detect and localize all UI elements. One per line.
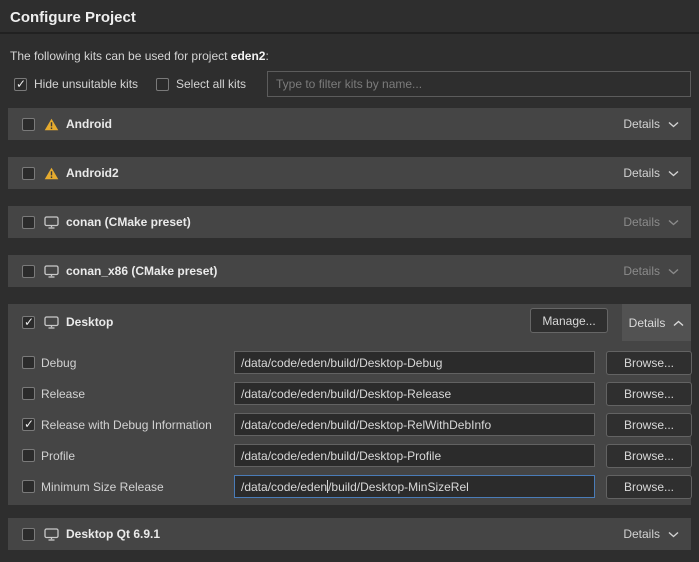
browse-button[interactable]: Browse... bbox=[606, 475, 692, 499]
build-dir-input[interactable]: /data/code/eden/build/Desktop-MinSizeRel bbox=[234, 475, 595, 498]
kit-header: Android Details bbox=[8, 108, 691, 140]
browse-button[interactable]: Browse... bbox=[606, 444, 692, 468]
page-title: Configure Project bbox=[10, 9, 136, 26]
kit-name: Android2 bbox=[66, 166, 119, 180]
chevron-down-icon bbox=[668, 264, 679, 278]
intro-suffix: : bbox=[265, 49, 268, 63]
build-dir-value: /data/code/eden/build/Desktop-Debug bbox=[241, 356, 442, 370]
kit-checkbox[interactable] bbox=[22, 316, 35, 329]
chevron-down-icon bbox=[668, 215, 679, 229]
filter-input[interactable] bbox=[267, 71, 691, 97]
build-dir-input[interactable]: /data/code/eden/build/Desktop-Release bbox=[234, 382, 595, 405]
browse-button[interactable]: Browse... bbox=[606, 382, 692, 406]
kit-row-android2: Android2 Details bbox=[8, 157, 691, 189]
select-all-label: Select all kits bbox=[176, 77, 246, 91]
title-divider bbox=[0, 32, 699, 34]
desktop-icon bbox=[44, 216, 59, 229]
details-label: Details bbox=[623, 264, 660, 278]
config-label: Debug bbox=[41, 356, 76, 370]
config-label: Release bbox=[41, 387, 85, 401]
config-checkbox[interactable] bbox=[22, 356, 35, 369]
build-dir-value: /data/code/eden/build/Desktop-Release bbox=[241, 387, 451, 401]
build-dir-value: /data/code/eden/build/Desktop-Profile bbox=[241, 449, 441, 463]
kit-header: conan_x86 (CMake preset) Details bbox=[8, 255, 691, 287]
build-dir-value: /data/code/eden/build/Desktop-RelWithDeb… bbox=[241, 418, 491, 432]
kit-name: Desktop Qt 6.9.1 bbox=[66, 527, 160, 541]
kit-checkbox[interactable] bbox=[22, 167, 35, 180]
kit-checkbox[interactable] bbox=[22, 528, 35, 541]
build-dir-value: /data/code/eden/build/Desktop-MinSizeRel bbox=[241, 480, 469, 494]
desktop-icon bbox=[44, 265, 59, 278]
hide-unsuitable-checkbox[interactable]: Hide unsuitable kits bbox=[14, 77, 138, 91]
warning-icon bbox=[44, 118, 59, 131]
checkbox-icon[interactable] bbox=[156, 78, 169, 91]
build-config-row-debug: Debug /data/code/eden/build/Desktop-Debu… bbox=[8, 351, 691, 375]
kit-header: Desktop Qt 6.9.1 Details bbox=[8, 518, 691, 550]
kit-row-conan: conan (CMake preset) Details bbox=[8, 206, 691, 238]
browse-button[interactable]: Browse... bbox=[606, 351, 692, 375]
kit-name: conan_x86 (CMake preset) bbox=[66, 264, 217, 278]
config-label: Release with Debug Information bbox=[41, 418, 212, 432]
project-name: eden2 bbox=[231, 49, 266, 63]
select-all-checkbox[interactable]: Select all kits bbox=[156, 77, 246, 91]
details-label: Details bbox=[623, 117, 660, 131]
kit-checkbox[interactable] bbox=[22, 118, 35, 131]
intro-text: The following kits can be used for proje… bbox=[10, 49, 269, 63]
config-checkbox[interactable] bbox=[22, 480, 35, 493]
kit-header: Android2 Details bbox=[8, 157, 691, 189]
build-dir-input[interactable]: /data/code/eden/build/Desktop-RelWithDeb… bbox=[234, 413, 595, 436]
build-config-row-relwithdebinfo: Release with Debug Information /data/cod… bbox=[8, 413, 691, 437]
kit-checkbox[interactable] bbox=[22, 265, 35, 278]
config-checkbox[interactable] bbox=[22, 387, 35, 400]
chevron-down-icon bbox=[668, 117, 679, 131]
chevron-down-icon bbox=[668, 166, 679, 180]
kit-row-android: Android Details bbox=[8, 108, 691, 140]
details-toggle[interactable]: Details bbox=[623, 527, 679, 541]
details-label: Details bbox=[623, 527, 660, 541]
details-toggle[interactable]: Details bbox=[623, 117, 679, 131]
chevron-down-icon bbox=[668, 527, 679, 541]
details-toggle[interactable]: Details bbox=[623, 215, 679, 229]
kit-row-desktop: Details Desktop Manage... Debug /data/co… bbox=[8, 304, 691, 505]
kit-header: Desktop Manage... bbox=[8, 304, 691, 340]
config-checkbox[interactable] bbox=[22, 449, 35, 462]
checkbox-icon[interactable] bbox=[14, 78, 27, 91]
kit-row-conan-x86: conan_x86 (CMake preset) Details bbox=[8, 255, 691, 287]
details-toggle[interactable]: Details bbox=[623, 166, 679, 180]
hide-unsuitable-label: Hide unsuitable kits bbox=[34, 77, 138, 91]
kit-header: conan (CMake preset) Details bbox=[8, 206, 691, 238]
kit-name: Android bbox=[66, 117, 112, 131]
details-label: Details bbox=[623, 166, 660, 180]
build-config-row-minsizerel: Minimum Size Release /data/code/eden/bui… bbox=[8, 475, 691, 499]
desktop-icon bbox=[44, 528, 59, 541]
kit-name: Desktop bbox=[66, 315, 113, 329]
warning-icon bbox=[44, 167, 59, 180]
config-label: Profile bbox=[41, 449, 75, 463]
build-config-row-profile: Profile /data/code/eden/build/Desktop-Pr… bbox=[8, 444, 691, 468]
configure-project-page: Configure Project The following kits can… bbox=[0, 0, 699, 562]
intro-prefix: The following kits can be used for proje… bbox=[10, 49, 231, 63]
config-label: Minimum Size Release bbox=[41, 480, 164, 494]
details-toggle[interactable]: Details bbox=[623, 264, 679, 278]
config-checkbox[interactable] bbox=[22, 418, 35, 431]
build-dir-input[interactable]: /data/code/eden/build/Desktop-Profile bbox=[234, 444, 595, 467]
build-config-row-release: Release /data/code/eden/build/Desktop-Re… bbox=[8, 382, 691, 406]
manage-button[interactable]: Manage... bbox=[530, 308, 608, 333]
desktop-icon bbox=[44, 316, 59, 329]
kit-row-desktop-qt: Desktop Qt 6.9.1 Details bbox=[8, 518, 691, 550]
kit-checkbox[interactable] bbox=[22, 216, 35, 229]
browse-button[interactable]: Browse... bbox=[606, 413, 692, 437]
kit-name: conan (CMake preset) bbox=[66, 215, 191, 229]
details-label: Details bbox=[623, 215, 660, 229]
build-dir-input[interactable]: /data/code/eden/build/Desktop-Debug bbox=[234, 351, 595, 374]
